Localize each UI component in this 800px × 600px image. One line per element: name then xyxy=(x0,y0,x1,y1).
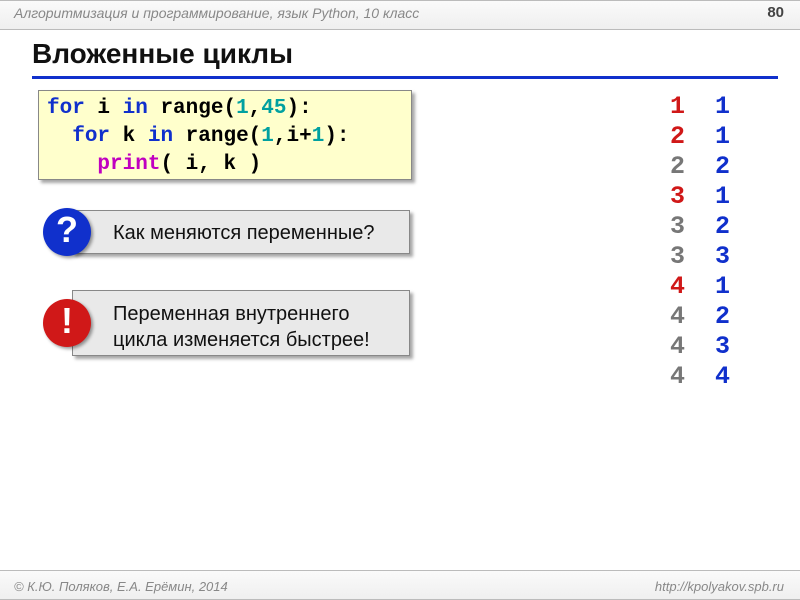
code-text xyxy=(47,153,97,176)
output-k: 1 xyxy=(715,92,730,121)
output-row: 3 3 xyxy=(670,242,730,272)
code-text: i xyxy=(85,97,123,120)
code-text: range( xyxy=(148,97,236,120)
question-callout: ? Как меняются переменные? xyxy=(72,210,410,254)
footer-url: http://kpolyakov.spb.ru xyxy=(655,579,784,594)
output-row: 4 2 xyxy=(670,302,730,332)
output-row: 4 3 xyxy=(670,332,730,362)
code-num: 1 xyxy=(236,97,249,120)
output-i: 4 xyxy=(670,272,685,301)
output-row: 3 1 xyxy=(670,182,730,212)
code-text: k xyxy=(110,125,148,148)
output-k: 1 xyxy=(715,272,730,301)
output-i: 3 xyxy=(670,182,685,211)
code-text: , xyxy=(249,97,262,120)
output-i: 4 xyxy=(670,332,685,361)
output-k: 3 xyxy=(715,332,730,361)
output-k: 2 xyxy=(715,212,730,241)
output-row: 2 1 xyxy=(670,122,730,152)
output-i: 4 xyxy=(670,362,685,391)
warning-badge-icon: ! xyxy=(43,299,91,347)
output-i: 1 xyxy=(670,92,685,121)
code-fn: print xyxy=(97,153,160,176)
code-block: for i in range(1,45): for k in range(1,i… xyxy=(38,90,412,180)
question-text: Как меняются переменные? xyxy=(113,222,375,244)
output-k: 4 xyxy=(715,362,730,391)
code-num: 45 xyxy=(261,97,286,120)
output-i: 4 xyxy=(670,302,685,331)
output-k: 2 xyxy=(715,302,730,331)
output-row: 4 1 xyxy=(670,272,730,302)
code-text: ): xyxy=(324,125,349,148)
output-i: 2 xyxy=(670,152,685,181)
footer-copyright: © К.Ю. Поляков, Е.А. Ерёмин, 2014 xyxy=(14,579,228,594)
code-text: ): xyxy=(287,97,312,120)
question-badge-icon: ? xyxy=(43,208,91,256)
code-num: 1 xyxy=(312,125,325,148)
course-title: Алгоритмизация и программирование, язык … xyxy=(14,5,419,21)
output-block: 1 12 12 23 13 23 34 14 24 34 4 xyxy=(670,92,730,392)
code-num: 1 xyxy=(261,125,274,148)
code-kw: for xyxy=(72,125,110,148)
output-k: 1 xyxy=(715,182,730,211)
code-kw: in xyxy=(123,97,148,120)
code-text: range( xyxy=(173,125,261,148)
title-underline xyxy=(32,76,778,79)
code-text xyxy=(47,125,72,148)
output-row: 3 2 xyxy=(670,212,730,242)
output-row: 2 2 xyxy=(670,152,730,182)
output-k: 3 xyxy=(715,242,730,271)
code-kw: in xyxy=(148,125,173,148)
page-number: 80 xyxy=(767,4,784,21)
code-text: ( i, k ) xyxy=(160,153,261,176)
warning-callout: ! Переменная внутреннего цикла изменяетс… xyxy=(72,290,410,356)
output-i: 3 xyxy=(670,242,685,271)
slide: Алгоритмизация и программирование, язык … xyxy=(0,0,800,600)
output-row: 1 1 xyxy=(670,92,730,122)
code-text: ,i+ xyxy=(274,125,312,148)
warning-text: Переменная внутреннего цикла изменяется … xyxy=(113,303,370,351)
code-kw: for xyxy=(47,97,85,120)
output-i: 2 xyxy=(670,122,685,151)
slide-title: Вложенные циклы xyxy=(32,38,293,70)
output-i: 3 xyxy=(670,212,685,241)
output-k: 1 xyxy=(715,122,730,151)
output-k: 2 xyxy=(715,152,730,181)
output-row: 4 4 xyxy=(670,362,730,392)
